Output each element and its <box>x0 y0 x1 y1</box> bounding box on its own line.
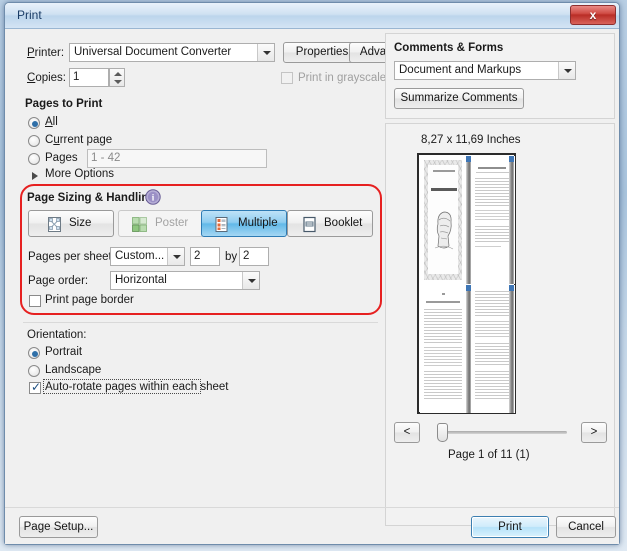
size-button[interactable]: Size <box>28 210 114 237</box>
section-divider <box>23 322 378 323</box>
booklet-button-label: Booklet <box>324 217 363 229</box>
page-sizing-title: Page Sizing & Handling <box>27 192 156 204</box>
chevron-down-icon[interactable] <box>558 62 575 79</box>
radio-landscape[interactable] <box>28 365 40 377</box>
copies-spinner[interactable] <box>109 68 125 87</box>
pages-to-print-title: Pages to Print <box>25 98 103 110</box>
paper-size-label: 8,27 x 11,69 Inches <box>421 134 521 146</box>
radio-current-page-label: Current page <box>45 134 113 146</box>
copies-input[interactable]: 1 <box>69 68 109 87</box>
radio-portrait-label: Portrait <box>45 346 83 358</box>
radio-all[interactable] <box>28 117 40 129</box>
printer-select[interactable]: Universal Document Converter <box>69 43 275 62</box>
size-button-label: Size <box>69 217 92 229</box>
pages-per-sheet-label: Pages per sheet: <box>28 251 115 263</box>
page-order-select[interactable]: Horizontal <box>110 271 260 290</box>
comments-forms-value: Document and Markups <box>399 64 522 76</box>
pages-range-input[interactable]: 1 - 42 <box>87 149 267 168</box>
spinner-down-icon[interactable] <box>114 80 122 84</box>
cover-author-text <box>433 170 455 172</box>
page-indicator: Page 1 of 11 (1) <box>448 449 530 461</box>
preview-page-1 <box>420 156 466 284</box>
print-page-border-label: Print page border <box>45 294 134 306</box>
comments-forms-title: Comments & Forms <box>394 42 504 54</box>
poster-button[interactable]: Poster <box>118 210 204 237</box>
pages-per-sheet-value: Custom... <box>115 250 165 262</box>
print-preview[interactable] <box>417 153 516 414</box>
page-resize-icon <box>48 217 61 232</box>
chevron-down-icon[interactable] <box>167 248 184 265</box>
grayscale-checkbox[interactable] <box>281 72 293 84</box>
multiple-button[interactable]: Multiple <box>201 210 287 237</box>
print-button[interactable]: Print <box>471 516 549 538</box>
next-page-button[interactable]: > <box>581 422 607 443</box>
chevron-down-icon[interactable] <box>257 44 274 61</box>
printer-select-value: Universal Document Converter <box>74 46 232 58</box>
radio-landscape-label: Landscape <box>45 364 102 376</box>
preview-page-2-scrollbar <box>509 156 514 284</box>
preview-zoom-slider-thumb[interactable] <box>437 423 448 442</box>
chevron-down-icon[interactable] <box>242 272 259 289</box>
footer-divider <box>5 507 619 508</box>
radio-portrait[interactable] <box>28 347 40 359</box>
poster-grid-icon <box>132 217 147 232</box>
columns-input[interactable]: 2 <box>190 247 220 266</box>
orientation-title: Orientation: <box>27 329 87 341</box>
close-button[interactable]: x <box>570 5 616 25</box>
cover-head-sketch-icon <box>434 211 454 250</box>
page-order-value: Horizontal <box>115 274 167 286</box>
previous-page-button[interactable]: < <box>394 422 420 443</box>
copies-label: Copies: <box>27 72 66 84</box>
preview-page-3 <box>420 285 466 413</box>
printer-label: Printer: <box>27 47 65 59</box>
comments-forms-select[interactable]: Document and Markups <box>394 61 576 80</box>
rows-input[interactable]: 2 <box>239 247 269 266</box>
cover-title-text <box>431 188 457 191</box>
poster-button-label: Poster <box>155 217 189 229</box>
radio-pages-label: Pages <box>45 152 78 164</box>
title-bar: Print x <box>5 3 619 29</box>
by-label: by <box>225 251 238 263</box>
spinner-up-icon[interactable] <box>114 72 122 76</box>
preview-page-4-scrollbar <box>509 285 514 413</box>
page-order-label: Page order: <box>28 275 89 287</box>
radio-all-label: All <box>45 116 58 128</box>
cover-artwork <box>424 160 462 280</box>
auto-rotate-checkbox[interactable] <box>29 380 41 394</box>
info-circle-icon[interactable]: i <box>145 189 161 205</box>
radio-current-page[interactable] <box>28 135 40 147</box>
multiple-button-label: Multiple <box>238 217 278 229</box>
cancel-button[interactable]: Cancel <box>556 516 616 538</box>
preview-zoom-slider-track[interactable] <box>437 431 567 434</box>
focus-indicator <box>43 379 201 394</box>
triangle-right-icon[interactable] <box>32 172 38 180</box>
more-options-label[interactable]: More Options <box>45 168 114 180</box>
window-title: Print <box>17 8 42 22</box>
pages-per-sheet-select[interactable]: Custom... <box>110 247 185 266</box>
booklet-icon <box>303 216 316 233</box>
summarize-comments-button[interactable]: Summarize Comments <box>394 88 524 109</box>
dialog-client-area: Printer: Universal Document Converter Pr… <box>5 29 619 544</box>
page-setup-button[interactable]: Page Setup... <box>19 516 98 538</box>
print-page-border-checkbox[interactable] <box>29 295 41 307</box>
multiple-pages-icon <box>215 217 228 232</box>
radio-pages[interactable] <box>28 153 40 165</box>
booklet-button[interactable]: Booklet <box>287 210 373 237</box>
print-dialog-window: Print x Printer: Universal Document Conv… <box>4 2 620 545</box>
